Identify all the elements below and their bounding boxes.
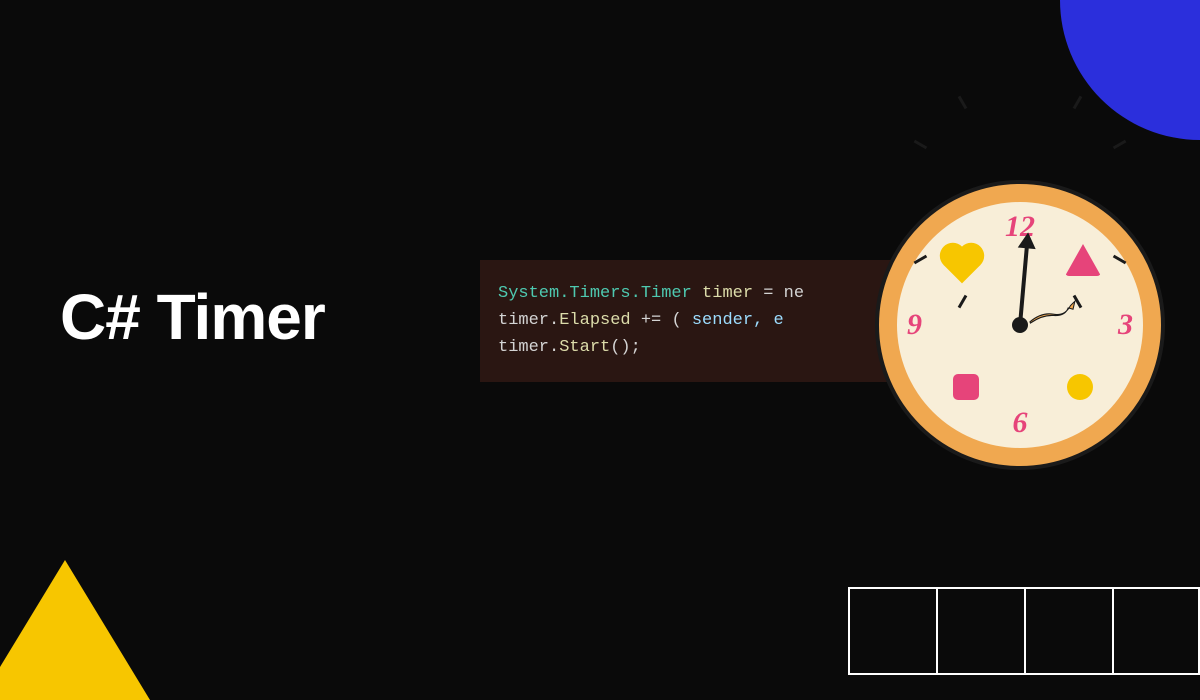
token-text: ();	[610, 338, 641, 357]
heart-icon	[944, 247, 981, 284]
token-operator: += (	[631, 311, 692, 330]
page-title: C# Timer	[60, 280, 325, 354]
clock-tick	[958, 96, 968, 110]
token-namespace: System.Timers.Timer	[498, 284, 692, 303]
square-icon	[953, 374, 979, 400]
circle-icon	[1067, 374, 1093, 400]
clock-face: 12 3 6 9	[897, 202, 1143, 448]
clock-tick	[958, 295, 968, 309]
triangle-decoration	[0, 560, 150, 700]
token-method: Start	[559, 338, 610, 357]
clock-number-6: 6	[1013, 406, 1028, 440]
clock-number-3: 3	[1118, 308, 1133, 342]
token-param: sender, e	[692, 311, 784, 330]
token-text: timer.	[498, 338, 559, 357]
token-text: ne	[784, 284, 804, 303]
token-member: Elapsed	[559, 311, 630, 330]
grid-cell	[1112, 587, 1200, 675]
clock-tick	[1073, 96, 1083, 110]
grid-cell	[936, 587, 1024, 675]
code-line: System.Timers.Timer timer = ne	[498, 280, 882, 307]
clock-tick	[914, 140, 928, 150]
clock-center-dot	[1012, 317, 1028, 333]
code-line: timer.Start();	[498, 334, 882, 361]
grid-decoration	[848, 587, 1200, 675]
code-snippet: System.Timers.Timer timer = ne timer.Ela…	[480, 260, 900, 382]
quarter-circle-decoration	[1060, 0, 1200, 140]
code-line: timer.Elapsed += ( sender, e	[498, 307, 882, 334]
clock-hour-hand	[1018, 297, 1089, 332]
clock-minute-hand	[1018, 240, 1029, 325]
clock-tick	[1113, 140, 1127, 150]
grid-cell	[848, 587, 936, 675]
token-text: timer.	[498, 311, 559, 330]
clock-number-9: 9	[907, 308, 922, 342]
triangle-icon	[1065, 244, 1101, 276]
token-variable: timer	[702, 284, 753, 303]
grid-cell	[1024, 587, 1112, 675]
token-operator: =	[753, 284, 784, 303]
clock-illustration: 12 3 6 9	[875, 180, 1165, 470]
